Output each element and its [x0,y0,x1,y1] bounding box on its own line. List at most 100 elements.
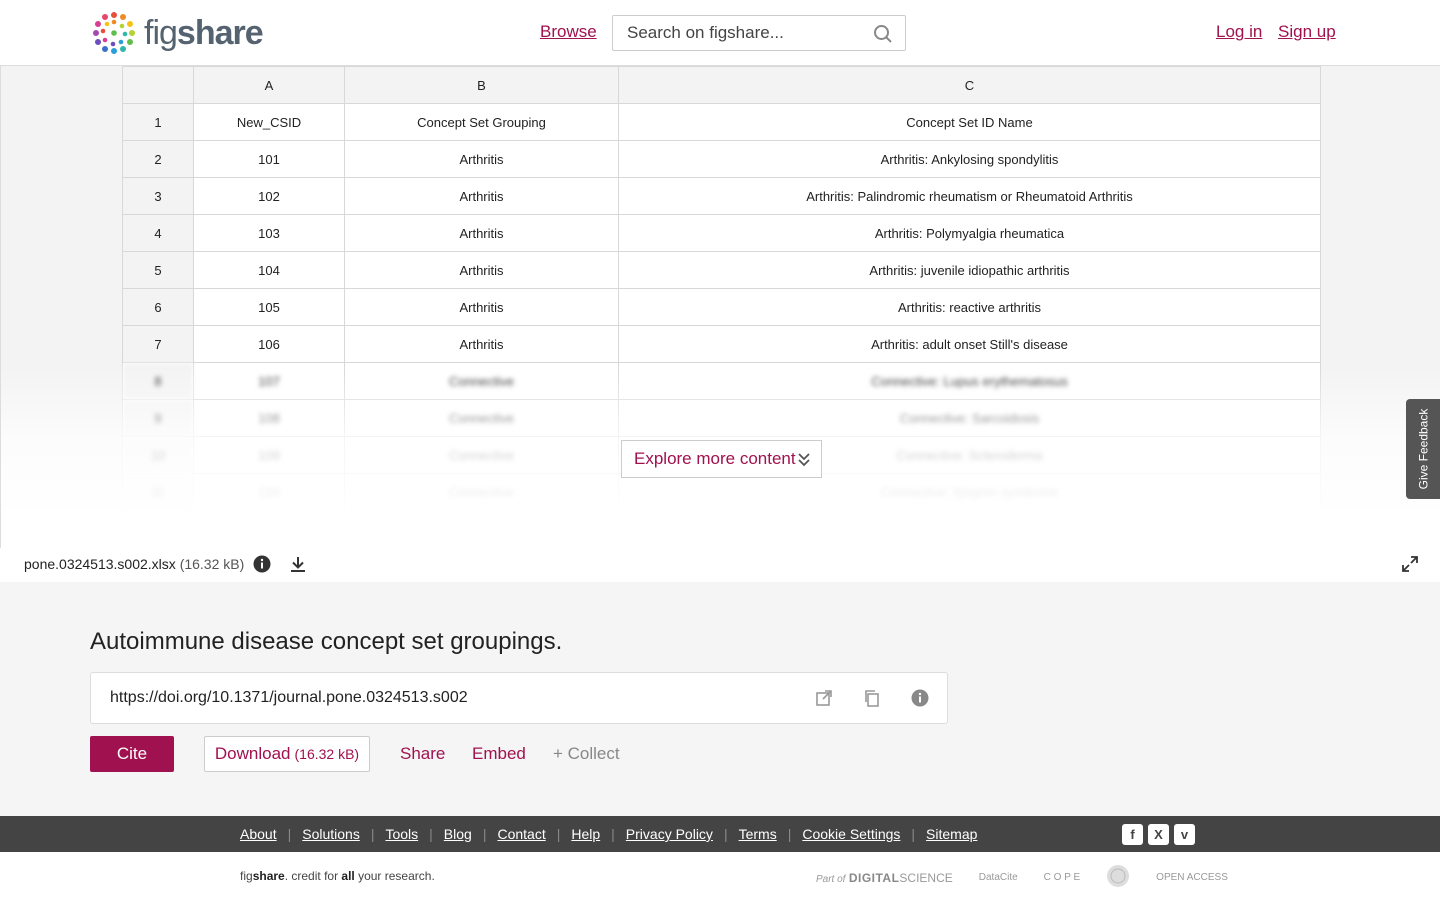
footer-link-help[interactable]: Help [571,826,600,842]
table-row: 8 107 Connective Connective: Lupus erythema… [122,362,1321,400]
grouping-cell: Connective [344,436,619,474]
column-header-b: B [344,66,619,104]
table-row: 11 110 Connective Connective: Sjogren syndr… [122,473,1321,511]
login-link[interactable]: Log in [1216,22,1262,42]
file-name: pone.0324513.s002.xlsx (16.32 kB) [24,556,245,572]
footer-separator: | [911,826,916,842]
footer-link-cookie-settings[interactable]: Cookie Settings [802,826,900,842]
concept-name-cell: Arthritis: adult onset Still's disease [618,325,1321,363]
search-input[interactable] [613,16,853,50]
corner-cell [122,66,194,104]
file-info-icon[interactable] [253,555,271,578]
footer-nav: About | Solutions | Tools | Blog | Contact | Help |… [0,816,1440,852]
explore-more-label: Explore more content [634,449,796,468]
share-button[interactable]: Share [400,744,445,764]
table-row: 2 101 Arthritis Arthritis: Ankylosing spond… [122,140,1321,178]
external-link-icon[interactable] [815,689,833,712]
concept-name-cell: Connective: Sarcoidosis [618,399,1321,437]
embed-button[interactable]: Embed [472,744,526,764]
footer-links: About | Solutions | Tools | Blog | Contact | Help |… [240,826,977,842]
row-number-cell: 2 [122,140,194,178]
table-row: 1 New_CSID Concept Set Grouping Concept Set… [122,103,1321,141]
open-access-logo[interactable]: OPEN ACCESS [1156,872,1228,883]
item-details: Autoimmune disease concept set groupings… [0,582,1440,816]
collect-button[interactable]: + Collect [553,744,620,764]
digital-science-logo[interactable]: Part of DIGITALSCIENCE [816,871,953,885]
row-number-cell: 1 [122,103,194,141]
browse-link[interactable]: Browse [540,22,597,42]
footer-separator: | [556,826,561,842]
search-icon[interactable] [873,24,893,49]
table-row: 12 111 Connective Connective: Dermatomyosit… [122,510,1321,548]
footer-link-tools[interactable]: Tools [385,826,418,842]
concept-name-cell: Arthritis: Polymyalgia rheumatica [618,214,1321,252]
row-number-cell: 11 [122,473,194,511]
sheet-body: 1 New_CSID Concept Set Grouping Concept Set… [122,103,1321,548]
concept-name-cell: Connective: Dermatomyositis [618,510,1321,548]
datacite-logo[interactable]: DataCite [979,872,1018,883]
grouping-cell: Connective [344,510,619,548]
csid-cell: 103 [193,214,345,252]
fullscreen-expand-icon[interactable] [1401,555,1419,578]
concept-name-cell: Connective: Lupus erythematosus [618,362,1321,400]
facebook-icon[interactable]: f [1122,824,1143,845]
csid-cell: 108 [193,399,345,437]
table-row: 9 108 Connective Connective: Sarcoidosis [122,399,1321,437]
download-button[interactable]: Download (16.32 kB) [204,736,370,772]
row-number-cell: 12 [122,510,194,548]
table-row: 5 104 Arthritis Arthritis: juvenile idiopat… [122,251,1321,289]
csid-cell: New_CSID [193,103,345,141]
row-number-cell: 5 [122,251,194,289]
column-header-row: A B C [122,66,1321,104]
footer-separator: | [723,826,728,842]
seal-logo-icon[interactable] [1106,864,1130,891]
doi-link[interactable]: https://doi.org/10.1371/journal.pone.032… [110,689,468,707]
file-preview: A B C 1 New_CSID Concept Set Grouping Conce… [0,66,1440,548]
doi-box: https://doi.org/10.1371/journal.pone.032… [90,672,948,724]
csid-cell: 111 [193,510,345,548]
download-size: (16.32 kB) [294,746,360,762]
copy-icon[interactable] [863,689,881,712]
concept-name-cell: Arthritis: Palindromic rheumatism or Rhe… [618,177,1321,215]
vimeo-icon[interactable]: v [1174,824,1195,845]
column-header-c: C [618,66,1321,104]
search-box [612,15,906,51]
footer-link-solutions[interactable]: Solutions [302,826,360,842]
x-twitter-icon[interactable]: X [1148,824,1169,845]
cite-button[interactable]: Cite [90,736,174,772]
grouping-cell: Arthritis [344,177,619,215]
give-feedback-label: Give Feedback [1416,408,1430,490]
footer-link-sitemap[interactable]: Sitemap [926,826,977,842]
footer-link-blog[interactable]: Blog [444,826,472,842]
explore-more-button[interactable]: Explore more content [621,440,822,478]
table-row: 6 105 Arthritis Arthritis: reactive arthrit… [122,288,1321,326]
give-feedback-tab[interactable]: Give Feedback [1406,399,1440,499]
grouping-cell: Arthritis [344,288,619,326]
grouping-cell: Concept Set Grouping [344,103,619,141]
csid-cell: 110 [193,473,345,511]
row-number-cell: 3 [122,177,194,215]
row-number-cell: 6 [122,288,194,326]
table-row: 4 103 Arthritis Arthritis: Polymyalgia rheu… [122,214,1321,252]
footer-separator: | [482,826,487,842]
figshare-logo[interactable]: figshare [88,7,264,59]
concept-name-cell: Connective: Sjogren syndrome [618,473,1321,511]
cope-logo[interactable]: C O P E [1044,872,1081,883]
file-download-icon[interactable] [289,555,307,578]
footer-link-terms[interactable]: Terms [739,826,777,842]
signup-link[interactable]: Sign up [1278,22,1336,42]
footer-bottom: figshare. credit for all your research. … [0,852,1440,900]
row-number-cell: 4 [122,214,194,252]
grouping-cell: Arthritis [344,325,619,363]
csid-cell: 105 [193,288,345,326]
grouping-cell: Arthritis [344,251,619,289]
row-number-cell: 9 [122,399,194,437]
footer-separator: | [370,826,375,842]
figshare-logo-icon [93,12,135,54]
grouping-cell: Connective [344,473,619,511]
footer-link-privacy-policy[interactable]: Privacy Policy [626,826,713,842]
doi-info-icon[interactable] [911,689,929,712]
concept-name-cell: Concept Set ID Name [618,103,1321,141]
footer-link-about[interactable]: About [240,826,277,842]
footer-link-contact[interactable]: Contact [497,826,545,842]
